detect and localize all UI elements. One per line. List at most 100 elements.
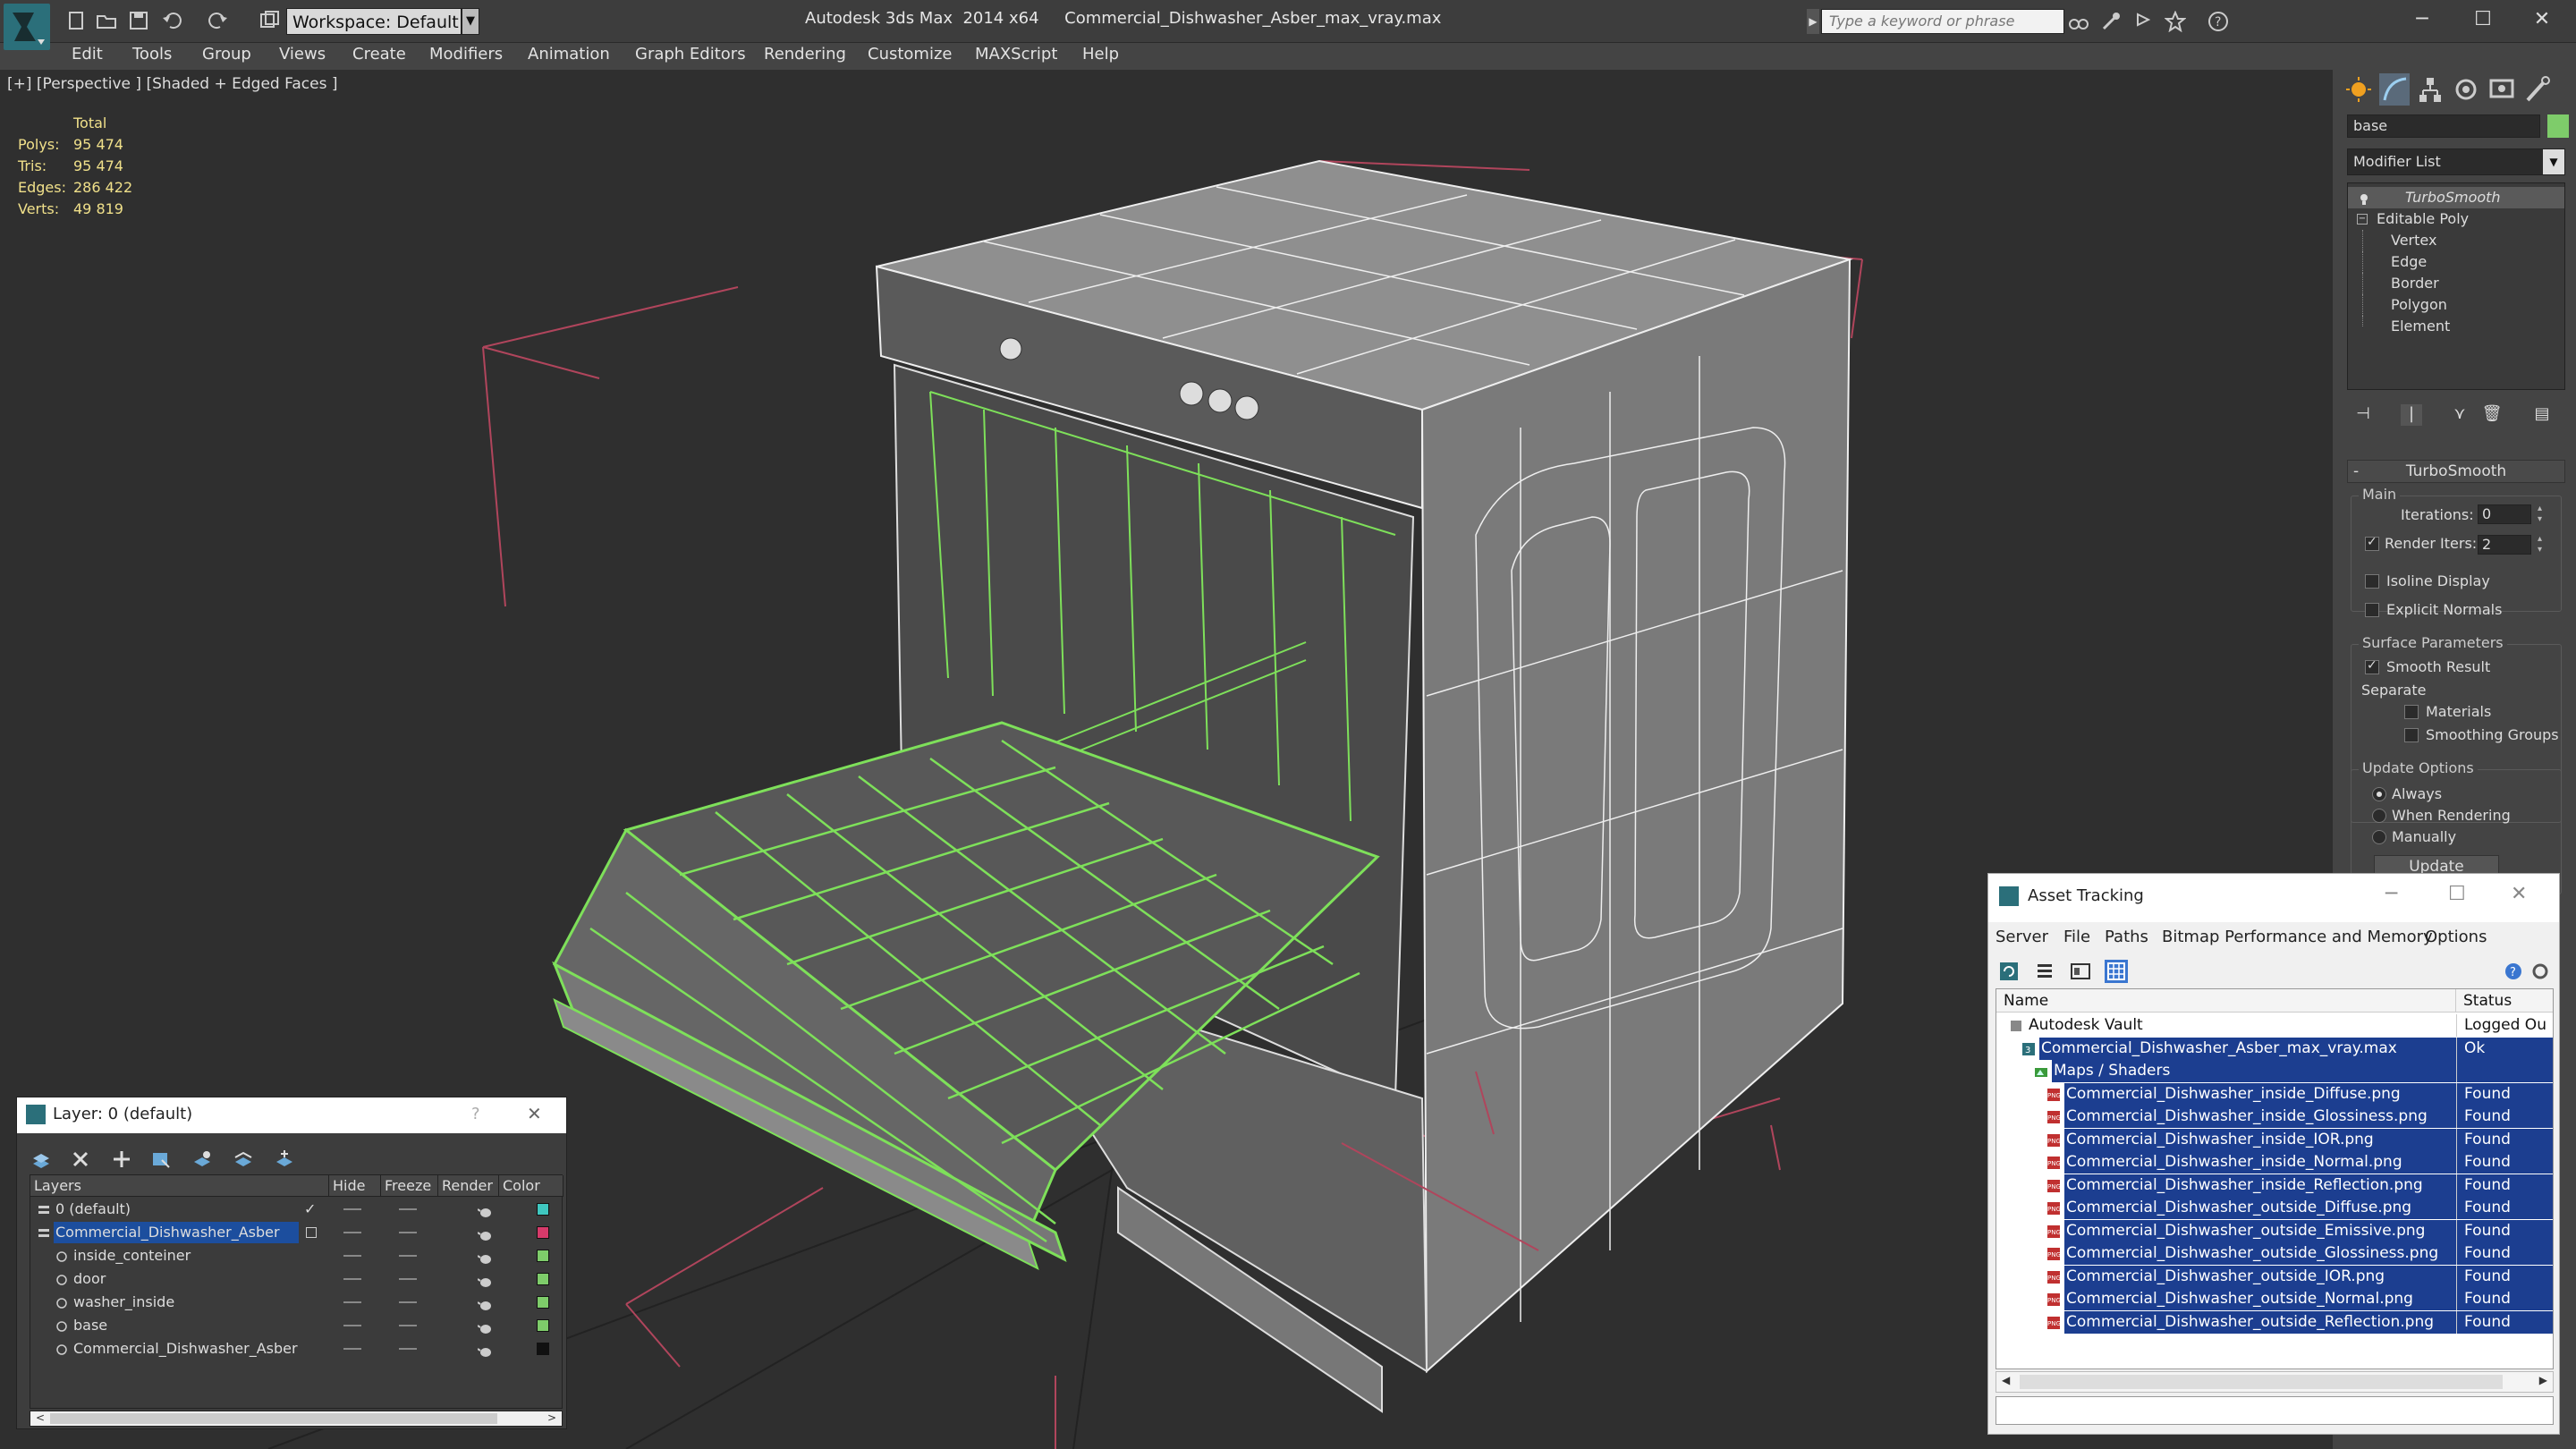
column-header-freeze[interactable]: Freeze <box>381 1175 438 1197</box>
menu-customize[interactable]: Customize <box>868 43 952 66</box>
hide-unhide-all-icon[interactable] <box>232 1148 255 1171</box>
table-row[interactable]: PNG Commercial_Dishwasher_outside_IOR.png… <box>1996 1265 2553 1289</box>
asset-menu-server[interactable]: Server <box>1996 922 2048 953</box>
table-row[interactable]: PNG Commercial_Dishwasher_outside_Reflect… <box>1996 1310 2553 1335</box>
search-input[interactable]: Type a keyword or phrase <box>1821 9 2064 34</box>
close-icon[interactable]: ✕ <box>2513 4 2571 36</box>
column-header-status[interactable]: Status <box>2456 989 2553 1013</box>
hierarchy-tab-icon[interactable] <box>2415 73 2445 106</box>
remove-modifier-icon[interactable]: 🗑 <box>2481 404 2503 426</box>
asset-menu-file[interactable]: File <box>2063 922 2090 953</box>
workspace-dropdown-icon[interactable]: ▼ <box>462 8 479 35</box>
delete-layer-icon[interactable] <box>69 1148 92 1171</box>
modifier-list-dropdown[interactable]: Modifier List ▼ <box>2347 148 2565 175</box>
new-file-icon[interactable] <box>64 9 88 32</box>
table-row[interactable]: PNG Commercial_Dishwasher_inside_Diffuse.… <box>1996 1082 2553 1106</box>
communication-center-icon[interactable] <box>2132 11 2154 32</box>
undo-icon[interactable] <box>161 9 184 32</box>
object-color-swatch[interactable] <box>2547 114 2569 138</box>
layer-color-swatch[interactable] <box>537 1319 549 1332</box>
render-teapot-icon[interactable] <box>477 1203 494 1217</box>
menu-views[interactable]: Views <box>279 43 326 66</box>
explicit-normals-checkbox[interactable] <box>2365 603 2379 617</box>
render-teapot-icon[interactable] <box>477 1250 494 1264</box>
show-end-result-icon[interactable]: | <box>2401 404 2422 426</box>
render-iters-checkbox[interactable] <box>2365 535 2379 551</box>
stack-item-editable-poly[interactable]: − Editable Poly <box>2348 208 2564 230</box>
table-row[interactable]: Autodesk Vault Logged Ou <box>1996 1014 2553 1038</box>
asset-menu-options[interactable]: Options <box>2425 922 2487 953</box>
render-teapot-icon[interactable] <box>477 1319 494 1334</box>
freeze-toggle[interactable] <box>399 1325 417 1326</box>
layer-row[interactable]: Commercial_Dishwasher_Asber <box>30 1222 564 1243</box>
when-rendering-radio[interactable] <box>2372 809 2386 823</box>
favorites-star-icon[interactable] <box>2164 10 2187 33</box>
column-header-color[interactable]: Color <box>499 1175 564 1197</box>
layer-color-swatch[interactable] <box>537 1203 549 1216</box>
smoothing-groups-checkbox[interactable] <box>2404 728 2419 742</box>
layer-color-swatch[interactable] <box>537 1296 549 1309</box>
table-row[interactable]: PNG Commercial_Dishwasher_outside_Emissiv… <box>1996 1219 2553 1243</box>
thumbnail-view-icon[interactable] <box>2069 960 2092 983</box>
motion-tab-icon[interactable] <box>2451 73 2481 106</box>
minimize-icon[interactable]: ─ <box>2385 883 2397 905</box>
table-view-icon[interactable] <box>2105 960 2128 983</box>
asset-menu-bitmap-performance[interactable]: Bitmap Performance and Memory <box>2162 922 2433 953</box>
menu-help[interactable]: Help <box>1082 43 1119 66</box>
lightbulb-icon[interactable] <box>2359 191 2369 205</box>
chevron-down-icon[interactable]: ▼ <box>2543 149 2564 174</box>
stack-subitem-vertex[interactable]: Vertex <box>2348 230 2564 251</box>
table-row[interactable]: PNG Commercial_Dishwasher_outside_Normal.… <box>1996 1288 2553 1311</box>
column-header-hide[interactable]: Hide <box>329 1175 381 1197</box>
menu-edit[interactable]: Edit <box>72 43 103 66</box>
layer-row[interactable]: base <box>30 1315 564 1336</box>
render-teapot-icon[interactable] <box>477 1296 494 1310</box>
search-expand-icon[interactable]: ▶ <box>1807 9 1819 34</box>
binoculars-icon[interactable] <box>2068 11 2089 32</box>
refresh-icon[interactable] <box>1997 960 2021 983</box>
configure-sets-icon[interactable]: ▤ <box>2531 404 2553 426</box>
menu-maxscript[interactable]: MAXScript <box>975 43 1057 66</box>
stack-subitem-border[interactable]: Border <box>2348 273 2564 294</box>
table-row[interactable]: 3 Commercial_Dishwasher_Asber_max_vray.ma… <box>1996 1037 2553 1061</box>
create-tab-icon[interactable] <box>2343 73 2374 106</box>
menu-create[interactable]: Create <box>352 43 406 66</box>
hide-toggle[interactable] <box>343 1208 361 1210</box>
column-header-render[interactable]: Render <box>438 1175 499 1197</box>
highlight-selected-layers-icon[interactable] <box>191 1148 214 1171</box>
hide-toggle[interactable] <box>343 1348 361 1350</box>
minimize-icon[interactable]: ─ <box>2394 4 2451 36</box>
menu-tools[interactable]: Tools <box>132 43 172 66</box>
always-radio[interactable] <box>2372 787 2386 801</box>
subscription-icon[interactable] <box>2100 11 2122 32</box>
render-iters-spinner[interactable]: 2 <box>2478 534 2546 555</box>
freeze-toggle[interactable] <box>399 1208 417 1210</box>
menu-animation[interactable]: Animation <box>528 43 610 66</box>
current-layer-check-icon[interactable]: ✓ <box>304 1199 316 1220</box>
layer-row[interactable]: door <box>30 1268 564 1290</box>
freeze-toggle[interactable] <box>399 1348 417 1350</box>
layer-color-swatch[interactable] <box>537 1343 549 1355</box>
project-folder-icon[interactable] <box>258 9 281 32</box>
stack-subitem-polygon[interactable]: Polygon <box>2348 294 2564 316</box>
isoline-display-checkbox[interactable] <box>2365 574 2379 589</box>
close-icon[interactable]: ✕ <box>2511 883 2527 905</box>
save-icon[interactable] <box>127 9 150 32</box>
table-row[interactable]: PNG Commercial_Dishwasher_inside_Glossine… <box>1996 1106 2553 1129</box>
modify-tab-icon[interactable] <box>2379 73 2410 106</box>
close-icon[interactable]: ✕ <box>527 1103 542 1124</box>
freeze-toggle[interactable] <box>399 1255 417 1257</box>
add-to-layer-icon[interactable] <box>110 1148 133 1171</box>
freeze-toggle[interactable] <box>399 1232 417 1233</box>
scroll-right-icon[interactable]: > <box>547 1411 556 1424</box>
layer-manager-titlebar[interactable]: Layer: 0 (default) ? ✕ <box>17 1097 566 1133</box>
layer-row[interactable]: 0 (default) ✓ <box>30 1199 564 1220</box>
layer-color-swatch[interactable] <box>537 1250 549 1262</box>
materials-checkbox[interactable] <box>2404 705 2419 719</box>
redo-icon[interactable] <box>206 9 229 32</box>
table-row[interactable]: PNG Commercial_Dishwasher_inside_Reflecti… <box>1996 1174 2553 1198</box>
open-file-icon[interactable] <box>95 9 118 32</box>
collapse-icon[interactable]: − <box>2357 214 2368 225</box>
column-header-layers[interactable]: Layers <box>30 1175 329 1197</box>
settings-icon[interactable] <box>2529 960 2552 983</box>
